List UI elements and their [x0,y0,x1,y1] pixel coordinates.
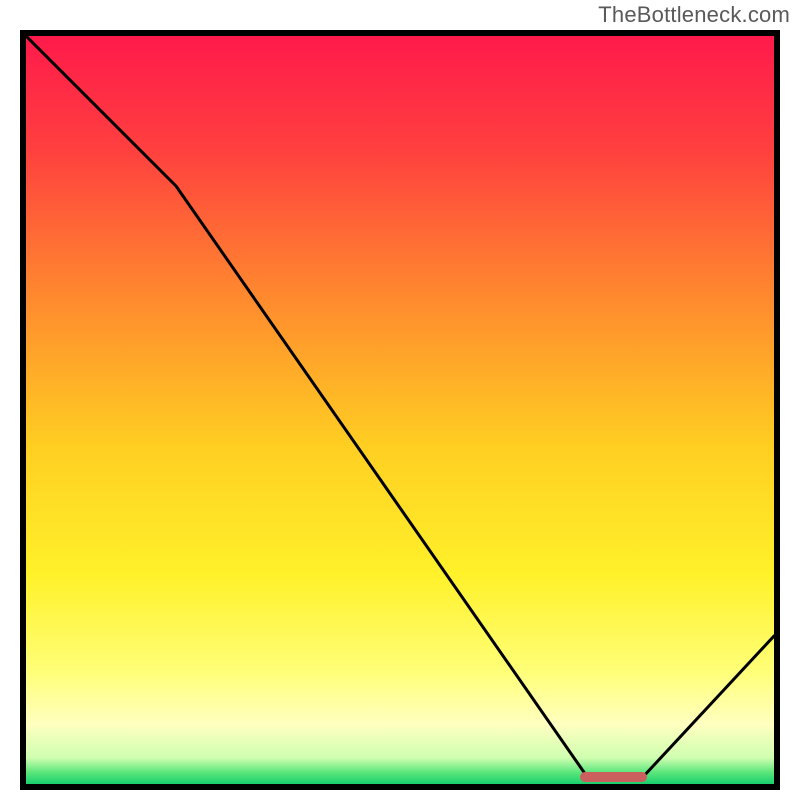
chart-container: TheBottleneck.com [0,0,800,800]
plot-area [20,30,780,790]
curve-polyline [26,36,774,778]
bottleneck-curve [26,36,774,784]
sweet-spot-marker [580,772,647,782]
attribution-text: TheBottleneck.com [598,2,790,28]
